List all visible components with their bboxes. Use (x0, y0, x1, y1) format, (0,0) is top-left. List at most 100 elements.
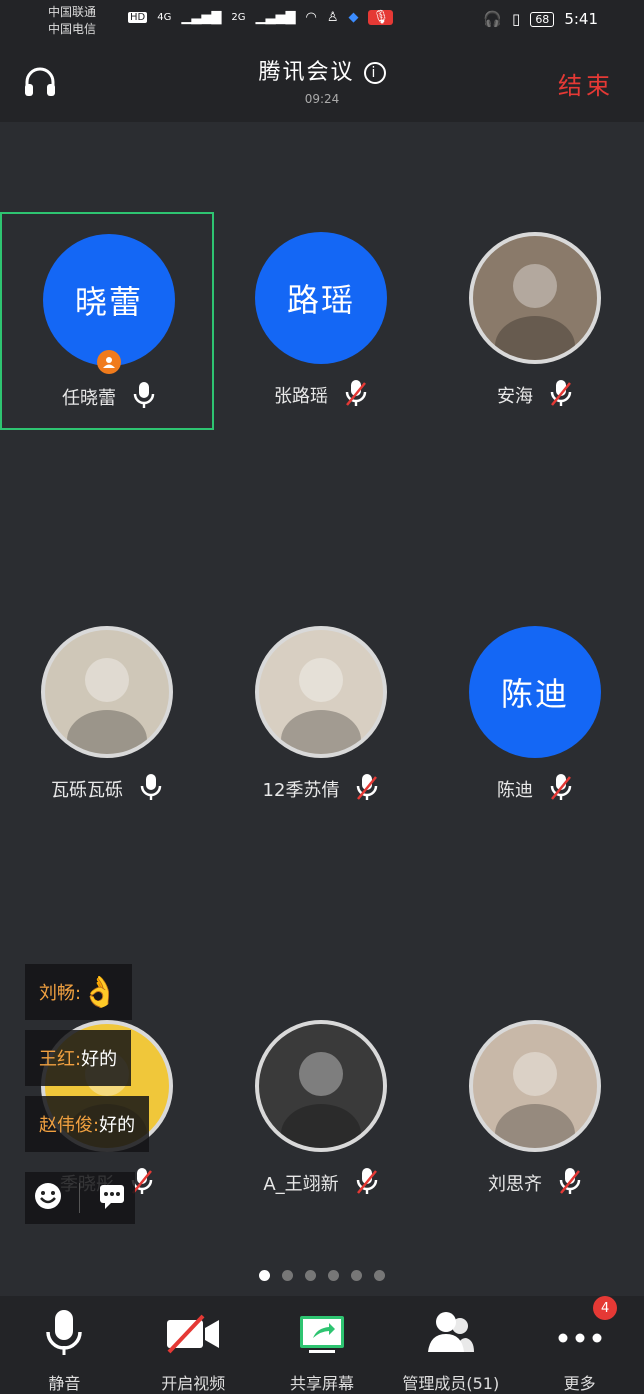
emoji-button[interactable] (33, 1181, 63, 1215)
avatar-photo (469, 1020, 601, 1152)
signal-icon-2: ▁▃▅▇ (255, 10, 296, 25)
members-icon (427, 1312, 474, 1352)
status-right: 🎧 ▯ 68 5:41 (483, 10, 598, 28)
page-dot[interactable] (282, 1270, 293, 1281)
chat-button[interactable] (97, 1181, 127, 1215)
avatar-photo (255, 1020, 387, 1152)
chat-message: 赵伟俊: 好的 (25, 1096, 150, 1152)
network-icons: HD 4G ▁▃▅▇ 2G ▁▃▅▇ ◠ ♙ ◆ 🎙 (128, 10, 393, 25)
participant-name: 任晓蕾 (62, 388, 116, 409)
avatar-initials: 陈迪 (469, 626, 601, 758)
manage-members-button[interactable]: 管理成员(51) (386, 1296, 515, 1394)
bottom-toolbar: 静音 开启视频 共享屏幕 管理成员(51) 4 更多 (0, 1296, 644, 1394)
participant-name: 张路瑶 (274, 386, 328, 407)
chat-controls (25, 1172, 135, 1224)
mute-label: 静音 (48, 1374, 81, 1393)
mic-muted-icon (549, 379, 573, 412)
chat-bubble-icon (99, 1185, 124, 1209)
meeting-timer: 09:24 (304, 92, 340, 106)
share-screen-button[interactable]: 共享屏幕 (258, 1296, 387, 1394)
chat-text: 👌 (81, 974, 119, 1010)
chat-message: 王红: 好的 (25, 1030, 132, 1086)
mic-muted-icon (549, 773, 573, 806)
microphone-icon (46, 1310, 83, 1355)
net-2g: 2G (231, 12, 246, 23)
chat-sender: 赵伟俊: (39, 1115, 100, 1136)
signal-icon: ▁▃▅▇ (181, 10, 222, 25)
participant-tile[interactable]: 陈迪 陈迪 (428, 606, 642, 824)
mic-muted-icon (355, 773, 379, 806)
participant-name-row: 安海 (428, 379, 642, 412)
chat-message: 刘畅: 👌 (25, 964, 133, 1020)
qq-icon: ♙ (326, 10, 339, 25)
participant-tile[interactable]: 晓蕾任晓蕾 (0, 212, 214, 430)
hd-badge: HD (128, 12, 148, 23)
participant-tile[interactable]: 安海 (428, 212, 642, 430)
cloud-icon: ◆ (348, 10, 359, 25)
participant-name: 12季苏倩 (262, 780, 340, 801)
participant-name-row: 陈迪 (428, 773, 642, 806)
status-bar: 中国联通 中国电信 HD 4G ▁▃▅▇ 2G ▁▃▅▇ ◠ ♙ ◆ 🎙 🎧 ▯… (0, 0, 644, 44)
participant-tile[interactable]: 瓦砾瓦砾 (0, 606, 214, 824)
mute-button[interactable]: 静音 (0, 1296, 129, 1394)
page-dot[interactable] (374, 1270, 385, 1281)
more-badge: 4 (593, 1296, 618, 1320)
info-icon[interactable]: i (363, 62, 386, 84)
avatar-initials: 晓蕾 (43, 234, 175, 366)
mic-on-icon (132, 381, 156, 414)
more-button[interactable]: 4 更多 (515, 1296, 644, 1394)
share-label: 共享屏幕 (289, 1374, 354, 1393)
video-button[interactable]: 开启视频 (129, 1296, 258, 1394)
participant-name: A_王翊新 (263, 1174, 339, 1195)
participant-name: 刘思齐 (488, 1174, 542, 1195)
divider (79, 1183, 81, 1213)
chat-sender: 刘畅: (39, 983, 82, 1004)
carrier-2: 中国电信 (48, 22, 97, 36)
participant-name: 陈迪 (497, 780, 533, 801)
participant-name-row: 瓦砾瓦砾 (0, 773, 214, 806)
page-dot[interactable] (351, 1270, 362, 1281)
smile-icon (35, 1183, 62, 1209)
participant-name-row: 刘思齐 (428, 1167, 642, 1200)
wifi-icon: ◠ (305, 10, 317, 25)
page-dot[interactable] (305, 1270, 316, 1281)
vibrate-icon: ▯ (512, 10, 521, 28)
chat-text: 好的 (99, 1115, 136, 1136)
net-4g: 4G (157, 12, 172, 23)
page-indicator[interactable] (0, 1270, 644, 1281)
participant-tile[interactable]: 路瑶张路瑶 (214, 212, 428, 430)
chat-text: 好的 (81, 1049, 118, 1070)
share-screen-icon (299, 1316, 344, 1353)
page-dot[interactable] (259, 1270, 270, 1281)
page-dot[interactable] (328, 1270, 339, 1281)
mic-indicator-icon: 🎙 (368, 10, 393, 25)
clock: 5:41 (564, 10, 598, 28)
meeting-header: 腾讯会议 i 09:24 结束 (0, 44, 644, 122)
participant-tile[interactable]: 刘思齐 (428, 1000, 642, 1218)
avatar-photo (41, 626, 173, 758)
participant-tile[interactable]: A_王翊新 (214, 1000, 428, 1218)
meeting-title[interactable]: 腾讯会议 i (0, 54, 644, 86)
battery: 68 (530, 11, 555, 27)
members-label: 管理成员(51) (402, 1374, 500, 1393)
headset-status-icon: 🎧 (483, 10, 503, 28)
mic-muted-icon (355, 1167, 379, 1200)
end-meeting-button[interactable]: 结束 (558, 66, 614, 101)
chat-sender: 王红: (39, 1049, 82, 1070)
avatar-initials: 路瑶 (255, 232, 387, 364)
mic-on-icon (139, 773, 163, 806)
video-off-icon (167, 1314, 220, 1354)
participant-tile[interactable]: 12季苏倩 (214, 606, 428, 824)
participant-name-row: 12季苏倩 (214, 773, 428, 806)
participant-name: 安海 (497, 386, 533, 407)
mic-muted-icon (558, 1167, 582, 1200)
participant-name-row: 任晓蕾 (2, 381, 216, 414)
host-badge-icon (97, 350, 121, 374)
mic-muted-icon (344, 379, 368, 412)
video-label: 开启视频 (161, 1374, 226, 1393)
more-label: 更多 (563, 1374, 596, 1393)
avatar-photo (469, 232, 601, 364)
carrier-1: 中国联通 (48, 5, 97, 19)
carrier-info: 中国联通 中国电信 (48, 4, 96, 38)
participant-name-row: 张路瑶 (214, 379, 428, 412)
